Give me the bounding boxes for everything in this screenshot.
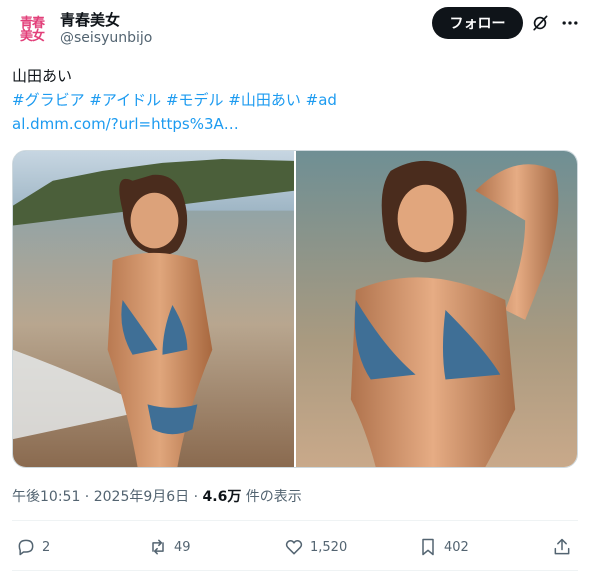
divider-bottom (12, 570, 578, 571)
grok-icon[interactable] (530, 13, 550, 33)
tweet-header: 青春 美女 青春美女 @seisyunbijo フォロー (12, 6, 578, 50)
meta-separator: · (80, 489, 94, 505)
meta-separator-2: · (189, 489, 203, 505)
reply-icon (18, 539, 34, 556)
repost-count: 49 (174, 539, 191, 555)
tweet-text-line: 山田あい (12, 67, 73, 85)
tweet-time[interactable]: 午後10:51 (12, 489, 80, 505)
share-button[interactable] (552, 532, 572, 562)
photo-1[interactable] (13, 151, 294, 467)
bookmark-count: 402 (444, 539, 469, 555)
photo-2[interactable] (296, 151, 577, 467)
bookmark-icon (422, 538, 434, 556)
hashtag-yamada-ai[interactable]: #山田あい (228, 91, 305, 109)
media-grid (12, 150, 578, 468)
action-bar: 2 49 1,520 402 (12, 532, 572, 562)
display-name[interactable]: 青春美女 (60, 9, 120, 30)
divider-top (12, 520, 578, 521)
photo-2-image (296, 151, 577, 467)
like-button[interactable]: 1,520 (284, 532, 347, 562)
photo-1-image (13, 151, 294, 467)
hashtag-line: #グラビア #アイドル #モデル #山田あい #ad (12, 88, 572, 112)
like-count: 1,520 (310, 539, 348, 555)
avatar[interactable]: 青春 美女 (12, 10, 52, 50)
view-label: 件の表示 (241, 489, 302, 505)
hashtag-model[interactable]: #モデル (166, 91, 228, 109)
follow-button[interactable]: フォロー (432, 7, 523, 39)
view-count: 4.6万 (202, 489, 242, 505)
hashtag-idol[interactable]: #アイドル (89, 91, 166, 109)
repost-button[interactable]: 49 (148, 532, 191, 562)
tweet-date[interactable]: 2025年9月6日 (94, 489, 189, 505)
more-icon[interactable] (560, 13, 580, 33)
reply-button[interactable]: 2 (16, 532, 50, 562)
hashtag-gravure[interactable]: #グラビア (12, 91, 89, 109)
tweet-meta: 午後10:51 · 2025年9月6日 · 4.6万 件の表示 (12, 486, 302, 506)
bookmark-button[interactable]: 402 (418, 532, 469, 562)
tweet-text: 山田あい #グラビア #アイドル #モデル #山田あい #ad al.dmm.c… (12, 64, 572, 136)
tweet-link[interactable]: al.dmm.com/?url=https%3A… (12, 112, 572, 136)
heart-icon (285, 540, 303, 555)
repost-icon (152, 539, 164, 555)
user-handle[interactable]: @seisyunbijo (60, 30, 152, 46)
reply-count: 2 (42, 539, 51, 555)
avatar-text-bottom: 美女 (19, 29, 45, 44)
hashtag-ad[interactable]: #ad (306, 91, 337, 109)
share-icon (554, 538, 570, 555)
